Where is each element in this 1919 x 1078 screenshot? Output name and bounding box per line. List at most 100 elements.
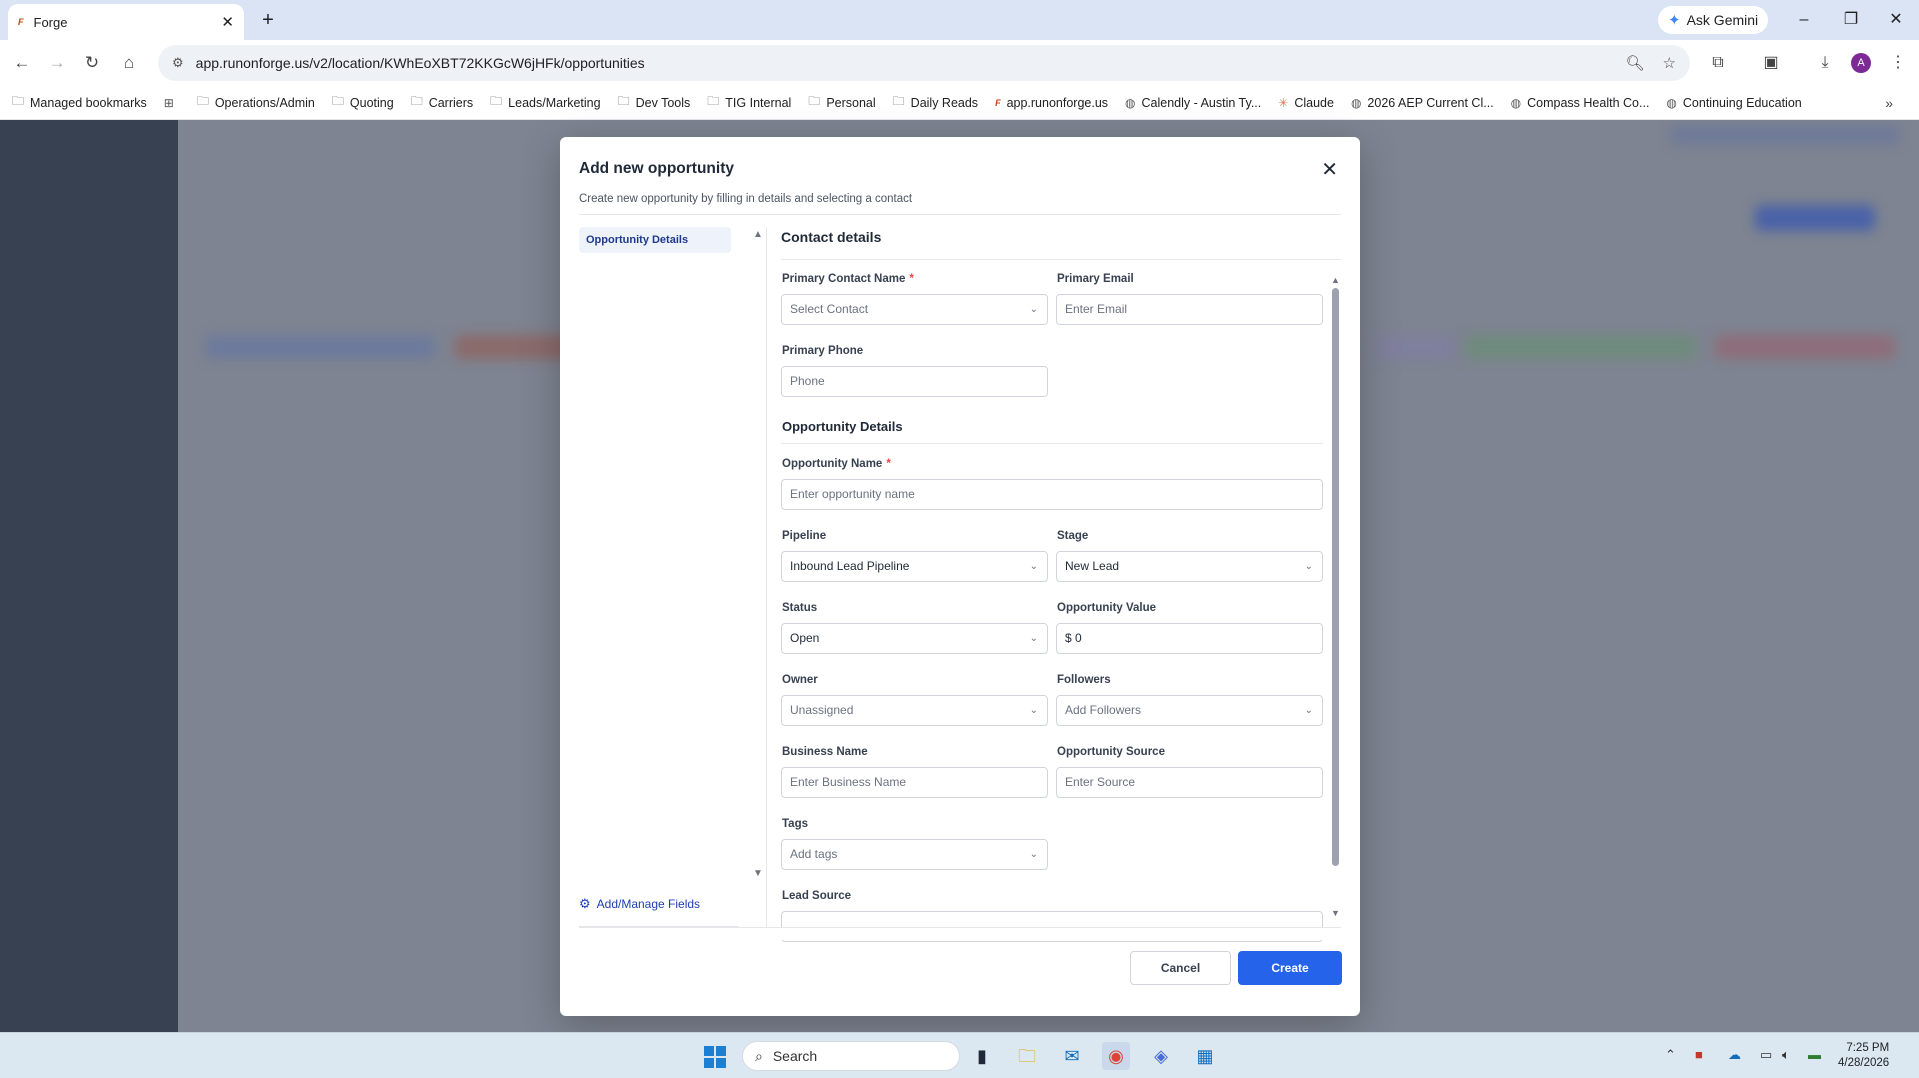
close-window-button[interactable]: ✕ bbox=[1876, 6, 1916, 34]
owner-select[interactable]: Unassigned ⌄ bbox=[781, 695, 1048, 726]
opportunity-value-input[interactable]: $ 0 bbox=[1056, 623, 1323, 654]
business-name-label: Business Name bbox=[782, 746, 868, 758]
bookmark-folder-operations[interactable]: 🗀 Operations/Admin bbox=[197, 92, 315, 113]
zoom-icon[interactable]: 🔍︎ bbox=[1626, 54, 1645, 72]
downloads-icon[interactable]: ⤓ bbox=[1812, 51, 1838, 75]
cloud-icon[interactable]: ☁ bbox=[1728, 1047, 1741, 1063]
restore-button[interactable]: ❐ bbox=[1831, 6, 1871, 34]
gemini-sparkle-icon: ✦ bbox=[1668, 12, 1681, 29]
more-bookmarks-chevron-icon[interactable]: » bbox=[1885, 95, 1893, 111]
tags-label: Tags bbox=[782, 818, 808, 830]
cancel-button[interactable]: Cancel bbox=[1130, 951, 1231, 985]
tab-search-icon[interactable]: ▣ bbox=[1758, 51, 1784, 75]
side-scroll-up-icon[interactable]: ▲ bbox=[753, 229, 763, 240]
stage-select[interactable]: New Lead ⌄ bbox=[1056, 551, 1323, 582]
globe-icon: ◍ bbox=[1350, 95, 1362, 110]
tray-app-icon[interactable]: ■ bbox=[1695, 1047, 1703, 1062]
outlook-icon[interactable]: ✉ bbox=[1058, 1042, 1086, 1070]
home-icon[interactable]: ⌂ bbox=[117, 51, 141, 75]
globe-icon: ◍ bbox=[1666, 95, 1677, 110]
forward-arrow-icon[interactable]: → bbox=[45, 51, 69, 75]
close-icon[interactable]: ✕ bbox=[1321, 157, 1338, 182]
opportunity-value-label: Opportunity Value bbox=[1057, 602, 1157, 614]
close-tab-icon[interactable]: ✕ bbox=[221, 13, 234, 31]
primary-contact-select[interactable]: Select Contact ⌄ bbox=[781, 294, 1048, 325]
add-manage-fields-link[interactable]: ⚙ Add/Manage Fields bbox=[579, 896, 700, 912]
bookmarks-bar: 🗀 Managed bookmarks ⊞ 🗀 Operations/Admin 🗀… bbox=[0, 86, 1919, 120]
opportunity-name-input[interactable]: Enter opportunity name bbox=[781, 479, 1323, 510]
profile-avatar[interactable]: A bbox=[1851, 53, 1871, 73]
chrome-icon[interactable]: ◉ bbox=[1102, 1042, 1130, 1070]
bookmark-folder-carriers[interactable]: 🗀 Carriers bbox=[411, 92, 473, 113]
pipeline-select[interactable]: Inbound Lead Pipeline ⌄ bbox=[781, 551, 1048, 582]
bookmark-claude[interactable]: ✳ Claude bbox=[1278, 96, 1334, 110]
browser-tab[interactable]: F Forge ✕ bbox=[8, 4, 244, 40]
side-scroll-down-icon[interactable]: ▼ bbox=[753, 868, 763, 879]
bookmark-forge[interactable]: Fapp.runonforge.us bbox=[995, 96, 1108, 110]
ask-gemini-button[interactable]: ✦ Ask Gemini bbox=[1658, 6, 1769, 34]
store-icon[interactable]: ▦ bbox=[1191, 1042, 1219, 1070]
app-icon[interactable]: ◈ bbox=[1147, 1042, 1175, 1070]
minimize-button[interactable]: – bbox=[1784, 6, 1824, 34]
primary-phone-input[interactable]: Phone bbox=[781, 366, 1048, 397]
taskbar-search[interactable]: ⌕ Search bbox=[742, 1041, 960, 1071]
add-opportunity-modal: Add new opportunity Create new opportuni… bbox=[560, 137, 1360, 1016]
reload-icon[interactable]: ↻ bbox=[80, 51, 104, 75]
bookmark-star-icon[interactable]: ☆ bbox=[1663, 54, 1676, 72]
opportunity-details-heading: Opportunity Details bbox=[782, 419, 903, 434]
chevron-down-icon: ⌄ bbox=[1029, 705, 1038, 716]
scroll-down-arrow-icon[interactable]: ▼ bbox=[1331, 908, 1340, 918]
bookmark-folder-personal[interactable]: 🗀 Personal bbox=[808, 92, 875, 113]
opportunity-name-label: Opportunity Name * bbox=[782, 458, 891, 470]
bookmark-folder-devtools[interactable]: 🗀 Dev Tools bbox=[618, 92, 691, 113]
volume-icon[interactable]: 🔈︎ bbox=[1782, 1047, 1790, 1063]
bookmark-folder-tig[interactable]: 🗀 TIG Internal bbox=[707, 92, 791, 113]
side-nav-opportunity-details[interactable]: Opportunity Details bbox=[579, 227, 731, 253]
bookmark-folder-daily[interactable]: 🗀 Daily Reads bbox=[893, 92, 978, 113]
extensions-icon[interactable]: ⧉ bbox=[1705, 51, 1731, 75]
stage-label: Stage bbox=[1057, 530, 1089, 542]
scroll-up-arrow-icon[interactable]: ▲ bbox=[1331, 275, 1340, 285]
url-text[interactable]: app.runonforge.us/v2/location/KWhEoXBT72… bbox=[196, 55, 1608, 71]
windows-start-icon[interactable] bbox=[704, 1046, 726, 1068]
app-sidebar-blurred bbox=[0, 120, 178, 1032]
bookmark-folder-leads[interactable]: 🗀 Leads/Marketing bbox=[490, 92, 600, 113]
primary-phone-label: Primary Phone bbox=[782, 345, 864, 357]
bookmark-apps[interactable]: ⊞ bbox=[164, 96, 180, 110]
contact-details-heading: Contact details bbox=[781, 229, 882, 245]
divider bbox=[781, 443, 1323, 444]
opportunity-source-input[interactable]: Enter Source bbox=[1056, 767, 1323, 798]
network-icon[interactable]: ▭ bbox=[1760, 1047, 1772, 1063]
scrollbar-thumb[interactable] bbox=[1332, 288, 1339, 866]
business-name-input[interactable]: Enter Business Name bbox=[781, 767, 1048, 798]
bookmark-ce[interactable]: ◍ Continuing Education bbox=[1666, 96, 1801, 110]
bookmark-folder-quoting[interactable]: 🗀 Quoting bbox=[332, 92, 394, 113]
primary-email-input[interactable]: Enter Email bbox=[1056, 294, 1323, 325]
back-arrow-icon[interactable]: ← bbox=[10, 51, 34, 75]
site-info-icon[interactable]: ⚙ bbox=[172, 55, 184, 71]
followers-select[interactable]: Add Followers ⌄ bbox=[1056, 695, 1323, 726]
file-explorer-icon[interactable]: 🗀 bbox=[1013, 1042, 1041, 1070]
taskbar-search-label: Search bbox=[772, 1048, 818, 1064]
status-select[interactable]: Open ⌄ bbox=[781, 623, 1048, 654]
bookmark-aep[interactable]: ◍ 2026 AEP Current Cl... bbox=[1351, 96, 1494, 110]
create-button[interactable]: Create bbox=[1238, 951, 1342, 985]
primary-email-label: Primary Email bbox=[1057, 273, 1134, 285]
task-view-icon[interactable]: ▮ bbox=[968, 1042, 996, 1070]
tray-overflow-chevron-icon[interactable]: ⌃ bbox=[1665, 1047, 1676, 1063]
globe-icon: ◍ bbox=[1125, 95, 1136, 110]
blurred-block bbox=[1465, 335, 1695, 359]
tags-select[interactable]: Add tags ⌄ bbox=[781, 839, 1048, 870]
taskbar-clock[interactable]: 7:25 PM 4/28/2026 bbox=[1838, 1041, 1889, 1071]
battery-icon[interactable]: ▬ bbox=[1808, 1047, 1821, 1062]
menu-kebab-icon[interactable]: ⋮ bbox=[1885, 51, 1911, 75]
bookmark-managed[interactable]: 🗀 Managed bookmarks bbox=[12, 92, 147, 113]
folder-icon: 🗀 bbox=[410, 94, 423, 108]
address-bar[interactable]: ⚙ app.runonforge.us/v2/location/KWhEoXBT… bbox=[158, 45, 1690, 81]
folder-icon: 🗀 bbox=[808, 94, 821, 108]
clock-date: 4/28/2026 bbox=[1838, 1057, 1890, 1069]
bookmark-calendly[interactable]: ◍ Calendly - Austin Ty... bbox=[1125, 96, 1261, 110]
new-tab-button[interactable]: + bbox=[256, 8, 280, 32]
bookmark-compass[interactable]: ◍ Compass Health Co... bbox=[1511, 96, 1650, 110]
chevron-down-icon: ⌄ bbox=[1029, 849, 1038, 860]
